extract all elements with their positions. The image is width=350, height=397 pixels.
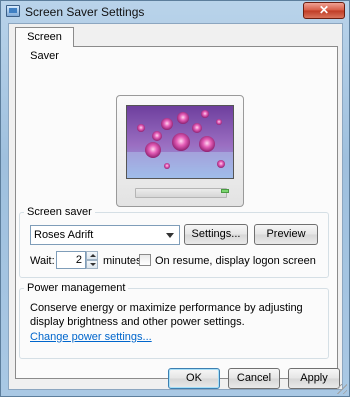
cancel-button[interactable]: Cancel (228, 368, 280, 389)
screen-saver-preview-image (126, 105, 234, 179)
monitor-preview (116, 95, 244, 207)
wait-minutes-input[interactable]: 2 (56, 251, 86, 269)
change-power-settings-link[interactable]: Change power settings... (30, 331, 152, 343)
spin-up-icon[interactable] (86, 251, 98, 260)
power-management-legend: Power management (27, 282, 126, 294)
logon-screen-checkbox[interactable] (139, 254, 151, 266)
spin-down-icon[interactable] (86, 260, 98, 269)
close-button[interactable]: ✕ (303, 2, 345, 19)
roses-preview-icon (127, 106, 233, 178)
minutes-label: minutes (103, 255, 142, 267)
resize-grip-icon[interactable] (337, 384, 347, 394)
display-window-icon (6, 5, 20, 17)
chevron-down-icon (166, 233, 174, 238)
selected-screen-saver: Roses Adrift (34, 229, 94, 241)
screen-saver-settings-window: Screen Saver Settings ✕ Screen Saver Scr… (0, 0, 350, 397)
window-title: Screen Saver Settings (25, 5, 145, 19)
apply-button[interactable]: Apply (288, 368, 340, 389)
ok-button[interactable]: OK (168, 368, 220, 389)
settings-button[interactable]: Settings... (184, 224, 248, 245)
title-bar[interactable]: Screen Saver Settings ✕ (1, 1, 349, 23)
tab-screen-saver[interactable]: Screen Saver (15, 27, 74, 62)
power-led-icon (221, 189, 229, 193)
monitor-stand (135, 188, 227, 198)
logon-screen-label[interactable]: On resume, display logon screen (155, 255, 316, 267)
power-description: Conserve energy or maximize performance … (30, 302, 303, 328)
wait-spinner (86, 251, 98, 269)
preview-button[interactable]: Preview (254, 224, 318, 245)
screen-saver-select[interactable]: Roses Adrift (30, 225, 180, 245)
screen-saver-legend: Screen saver (27, 206, 92, 218)
wait-label: Wait: (30, 255, 55, 267)
